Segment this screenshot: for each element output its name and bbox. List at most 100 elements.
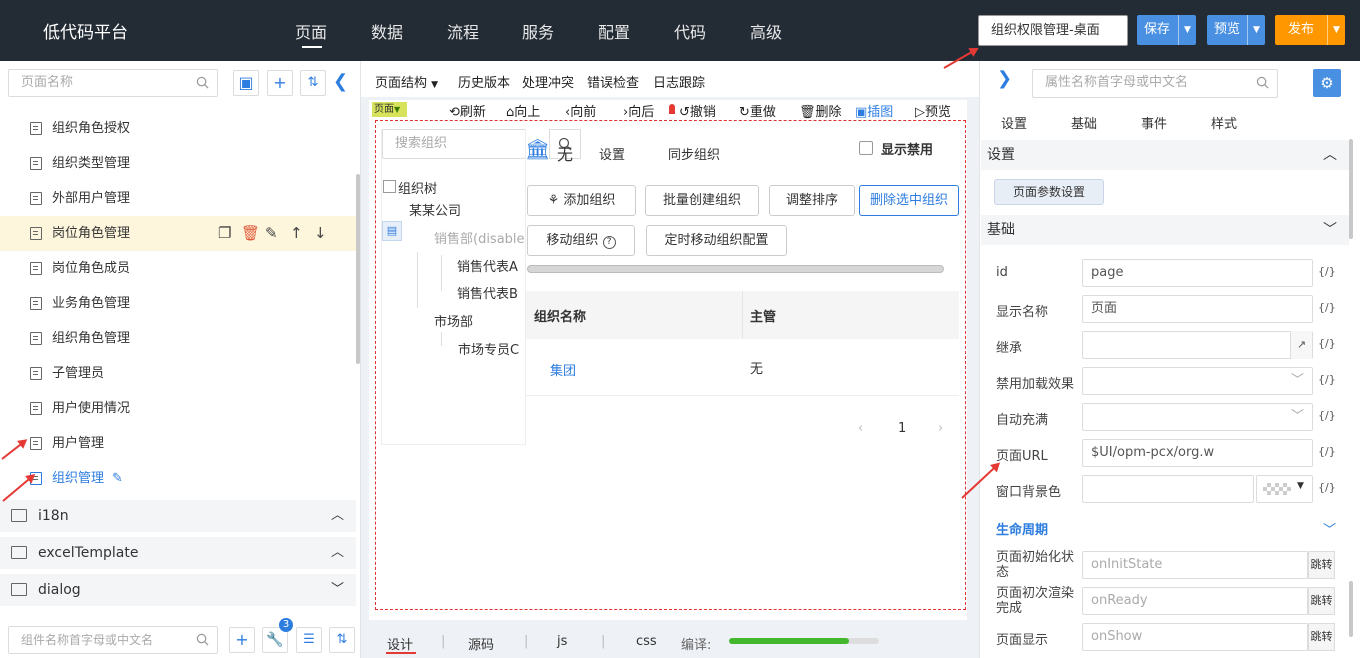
- expression-icon[interactable]: {/}: [1318, 373, 1336, 386]
- error-check-button[interactable]: 错误检查: [587, 72, 639, 91]
- tree-item-hovered[interactable]: 岗位角色管理 ❐ 🗑 ✎ ↑ ↓: [0, 216, 356, 251]
- save-button[interactable]: 保存 ▼: [1137, 15, 1196, 45]
- move-next-button[interactable]: ›向后: [623, 101, 654, 120]
- move-org-button[interactable]: 移动组织 ?: [527, 225, 635, 256]
- org-settings-button[interactable]: 设置: [599, 144, 625, 163]
- resolve-conflict-button[interactable]: 处理冲突: [522, 72, 574, 91]
- tree-item[interactable]: 组织角色管理: [0, 321, 356, 356]
- org-search-input[interactable]: 搜索组织: [382, 129, 526, 159]
- refresh-button[interactable]: ⟲刷新: [449, 101, 486, 120]
- page-search-input[interactable]: 页面名称: [8, 69, 218, 97]
- lifecycle-input-init[interactable]: onInitState: [1082, 551, 1308, 579]
- chevron-up-icon[interactable]: ︿: [331, 537, 344, 569]
- add-component-icon[interactable]: +: [229, 627, 255, 653]
- tree-node-sales-disabled[interactable]: 销售部(disabled: [434, 228, 526, 247]
- expression-icon[interactable]: {/}: [1318, 337, 1336, 350]
- sort-icon[interactable]: ⇅: [329, 627, 355, 653]
- history-button[interactable]: 历史版本: [458, 72, 510, 91]
- page-select[interactable]: 组织权限管理-桌面: [978, 15, 1128, 46]
- show-disabled-checkbox[interactable]: [859, 141, 873, 155]
- tree-node-sales-a[interactable]: 销售代表A: [457, 256, 518, 275]
- folder-exceltemplate[interactable]: excelTemplate ︿: [0, 537, 356, 569]
- tab-source[interactable]: 源码: [468, 634, 494, 653]
- redo-button[interactable]: ↻重做: [739, 101, 776, 120]
- chevron-down-icon[interactable]: ﹀: [331, 574, 344, 606]
- lifecycle-input-ready[interactable]: onReady: [1082, 587, 1308, 615]
- nav-config[interactable]: 配置: [598, 19, 630, 43]
- arrow-down-icon[interactable]: ↓: [314, 216, 327, 251]
- undo-button[interactable]: ↺撤销: [679, 101, 716, 120]
- delete-button[interactable]: 🗑删除: [799, 101, 842, 120]
- image-button[interactable]: ▣插图: [855, 101, 893, 120]
- page-prev-icon[interactable]: ‹: [858, 421, 863, 436]
- folder-dialog[interactable]: dialog ﹀: [0, 574, 356, 606]
- nav-service[interactable]: 服务: [522, 19, 554, 43]
- right-scrollbar-lower[interactable]: [1349, 581, 1353, 637]
- prop-input-id[interactable]: page: [1082, 259, 1313, 287]
- pencil-icon[interactable]: ✎: [265, 216, 278, 251]
- prop-select-autofill[interactable]: ﹀: [1082, 403, 1313, 431]
- link-arrow-icon[interactable]: ↗: [1290, 331, 1312, 359]
- copy-icon[interactable]: ❐: [218, 216, 231, 251]
- tree-item-active[interactable]: 组织管理 ✎: [0, 461, 356, 496]
- tree-item[interactable]: 用户管理: [0, 426, 356, 461]
- nav-code[interactable]: 代码: [674, 19, 706, 43]
- move-up-button[interactable]: ⌂向上: [506, 101, 540, 120]
- folder-i18n[interactable]: i18n ︿: [0, 500, 356, 532]
- edit-pencil-icon[interactable]: ✎: [112, 461, 123, 496]
- add-org-button[interactable]: ⚘ 添加组织: [527, 185, 636, 216]
- tree-node-company[interactable]: 某某公司: [409, 200, 461, 219]
- tab-basic[interactable]: 基础: [1071, 113, 1097, 132]
- scheduled-move-button[interactable]: 定时移动组织配置: [646, 225, 787, 256]
- chevron-down-icon[interactable]: ﹀: [1323, 519, 1336, 538]
- page-next-icon[interactable]: ›: [938, 421, 943, 436]
- preview-caret-icon[interactable]: ▼: [1247, 15, 1265, 45]
- bank-icon[interactable]: 🏛: [525, 137, 550, 161]
- expression-icon[interactable]: {/}: [1318, 265, 1336, 278]
- jump-button[interactable]: 跳转: [1308, 587, 1335, 615]
- prop-input-page-url[interactable]: $UI/opm-pcx/org.w: [1082, 439, 1313, 467]
- chevron-up-icon[interactable]: ︿: [331, 500, 344, 532]
- help-icon[interactable]: ?: [602, 236, 616, 249]
- jump-button[interactable]: 跳转: [1308, 551, 1335, 579]
- delete-selected-button[interactable]: 删除选中组织: [859, 185, 959, 216]
- section-basic[interactable]: 基础 ﹀: [981, 215, 1349, 245]
- collapse-left-icon[interactable]: ❮: [333, 71, 348, 92]
- row-org-name-link[interactable]: 集团: [550, 360, 576, 379]
- tab-css[interactable]: css: [636, 634, 657, 649]
- adjust-order-button[interactable]: 调整排序: [769, 185, 855, 216]
- tree-root-checkbox[interactable]: [383, 180, 396, 193]
- tree-item[interactable]: 用户使用情况: [0, 391, 356, 426]
- tab-design[interactable]: 设计: [387, 634, 413, 653]
- batch-create-button[interactable]: 批量创建组织: [645, 185, 759, 216]
- prop-input-inherit[interactable]: ↗: [1082, 331, 1313, 359]
- page-structure-menu[interactable]: 页面结构 ▼: [375, 72, 438, 91]
- expression-icon[interactable]: {/}: [1318, 301, 1336, 314]
- tree-item[interactable]: 岗位角色成员: [0, 251, 356, 286]
- left-scrollbar[interactable]: [356, 174, 360, 364]
- chevron-up-icon[interactable]: ︿: [1323, 140, 1337, 170]
- prop-select-disable-loading[interactable]: ﹀: [1082, 367, 1313, 395]
- nav-flow[interactable]: 流程: [447, 19, 479, 43]
- component-search-input[interactable]: 组件名称首字母或中文名: [8, 626, 218, 654]
- prop-input-window-bg[interactable]: [1082, 475, 1254, 503]
- prop-input-display-name[interactable]: 页面: [1082, 295, 1313, 323]
- tree-item[interactable]: 外部用户管理: [0, 181, 356, 216]
- tab-events[interactable]: 事件: [1141, 113, 1167, 132]
- page-number[interactable]: 1: [898, 421, 906, 436]
- preview-button[interactable]: 预览 ▼: [1207, 15, 1265, 45]
- list-indent-icon[interactable]: ☰: [296, 627, 322, 653]
- nav-advanced[interactable]: 高级: [750, 19, 782, 43]
- expression-icon[interactable]: {/}: [1318, 445, 1336, 458]
- sync-org-button[interactable]: 同步组织: [668, 144, 720, 163]
- preview-tool-button[interactable]: ▷预览: [915, 101, 951, 120]
- trash-icon[interactable]: 🗑: [241, 216, 260, 251]
- lifecycle-input-show[interactable]: onShow: [1082, 623, 1308, 651]
- tree-item[interactable]: 子管理员: [0, 356, 356, 391]
- color-picker[interactable]: ▼: [1256, 475, 1313, 503]
- page-component-tag[interactable]: 页面▼: [372, 102, 407, 117]
- tree-node-market[interactable]: 市场部: [434, 311, 473, 330]
- chevron-down-icon[interactable]: ﹀: [1323, 215, 1337, 245]
- tab-js[interactable]: js: [557, 634, 567, 649]
- expand-right-icon[interactable]: ❯: [997, 68, 1012, 89]
